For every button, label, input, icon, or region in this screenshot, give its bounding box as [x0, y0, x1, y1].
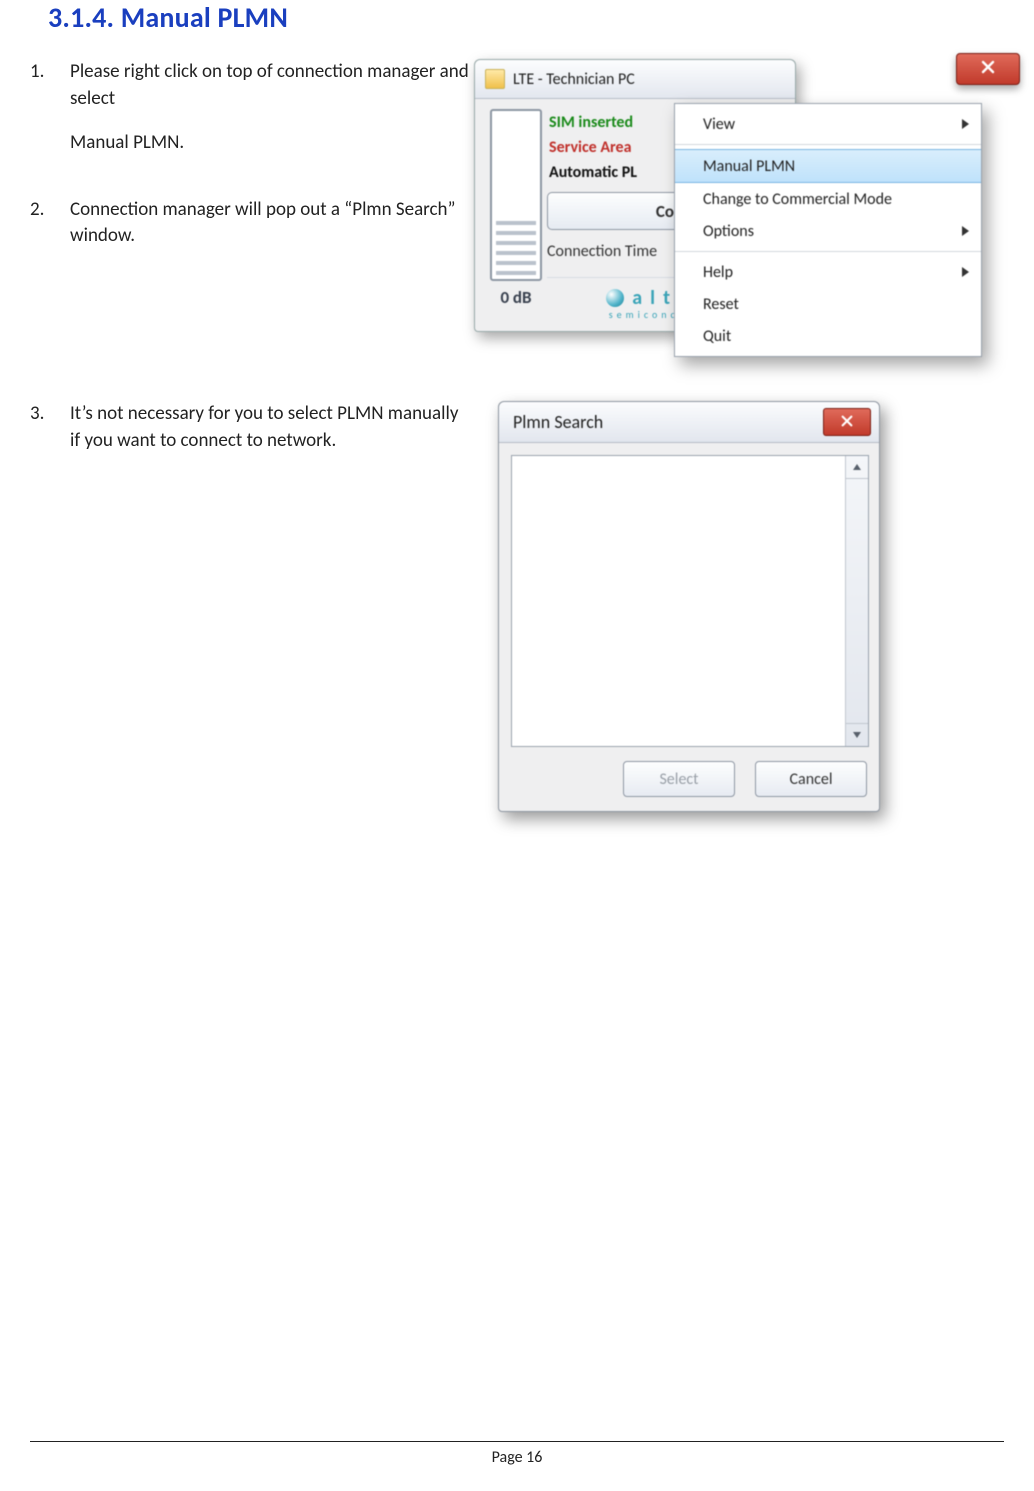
scrollbar[interactable] — [845, 456, 868, 746]
section-heading: 3.1.4. Manual PLMN — [48, 0, 1014, 35]
dialog-close-button[interactable] — [823, 408, 871, 436]
plmn-results-listbox[interactable] — [511, 455, 869, 747]
dialog-title-text: Plmn Search — [513, 411, 603, 433]
cancel-button[interactable]: Cancel — [755, 761, 867, 797]
context-menu: View Manual PLMN Change to Commercial Mo… — [674, 103, 982, 357]
dialog-titlebar[interactable]: Plmn Search — [499, 402, 879, 443]
menu-item-options[interactable]: Options — [675, 215, 981, 247]
screenshot-lte-context-menu: LTE - Technician PC 0 dB SIM inserted Se… — [474, 59, 994, 369]
menu-item-view[interactable]: View — [675, 108, 981, 140]
page-footer: Page 16 — [30, 1441, 1004, 1467]
scroll-up-button[interactable] — [846, 456, 868, 479]
step-text: It’s not necessary for you to select PLM… — [70, 401, 470, 454]
window-close-button[interactable] — [956, 53, 1020, 85]
scroll-down-button[interactable] — [846, 723, 868, 746]
screenshot-plmn-search-dialog: Plmn Search Select — [498, 401, 898, 812]
lte-window-titlebar[interactable]: LTE - Technician PC — [475, 60, 795, 99]
page-number: Page 16 — [492, 1448, 543, 1467]
menu-item-change-commercial[interactable]: Change to Commercial Mode — [675, 183, 981, 215]
close-icon — [840, 411, 854, 433]
step-number: 2. — [30, 197, 70, 268]
signal-db-label: 0 dB — [500, 287, 531, 308]
step-text: Manual PLMN. — [70, 130, 470, 157]
step-text: Connection manager will pop out a “Plmn … — [70, 197, 470, 250]
menu-item-help[interactable]: Help — [675, 256, 981, 288]
step-text: Please right click on top of connection … — [70, 59, 470, 112]
menu-item-reset[interactable]: Reset — [675, 288, 981, 320]
menu-item-quit[interactable]: Quit — [675, 320, 981, 352]
select-button: Select — [623, 761, 735, 797]
close-icon — [980, 59, 996, 80]
app-icon — [485, 69, 505, 89]
menu-item-manual-plmn[interactable]: Manual PLMN — [675, 149, 981, 183]
altair-globe-icon — [606, 289, 624, 307]
menu-separator — [675, 144, 981, 145]
signal-strength-meter — [490, 109, 542, 281]
plmn-search-dialog: Plmn Search Select — [498, 401, 880, 812]
window-title-text: LTE - Technician PC — [513, 70, 635, 89]
menu-separator — [675, 251, 981, 252]
step-number: 3. — [30, 401, 70, 472]
step-number: 1. — [30, 59, 70, 175]
